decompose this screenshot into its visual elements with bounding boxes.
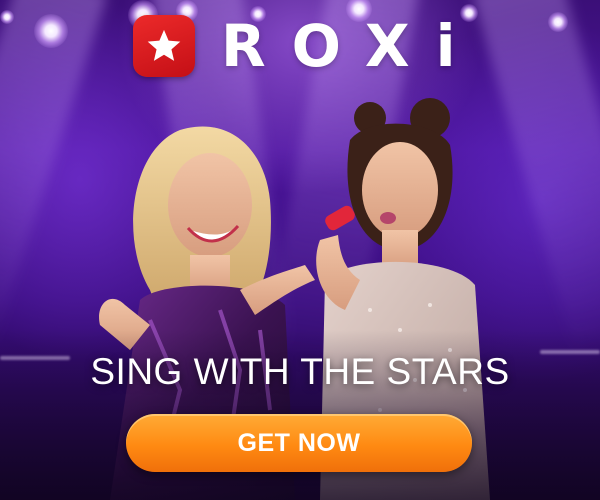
brand-name: ROXi (221, 12, 482, 80)
ad-headline: SING WITH THE STARS (90, 351, 510, 392)
get-now-button[interactable]: GET NOW (126, 414, 472, 472)
spotlight-icon (34, 14, 68, 48)
logo-badge (133, 15, 195, 77)
star-icon (147, 29, 181, 61)
spotlight-icon (548, 12, 568, 32)
roxi-banner-ad[interactable]: ROXi SING WITH THE STARS GET NOW (0, 0, 600, 500)
spotlight-icon (0, 10, 14, 24)
roxi-logo[interactable]: ROXi (133, 14, 482, 78)
